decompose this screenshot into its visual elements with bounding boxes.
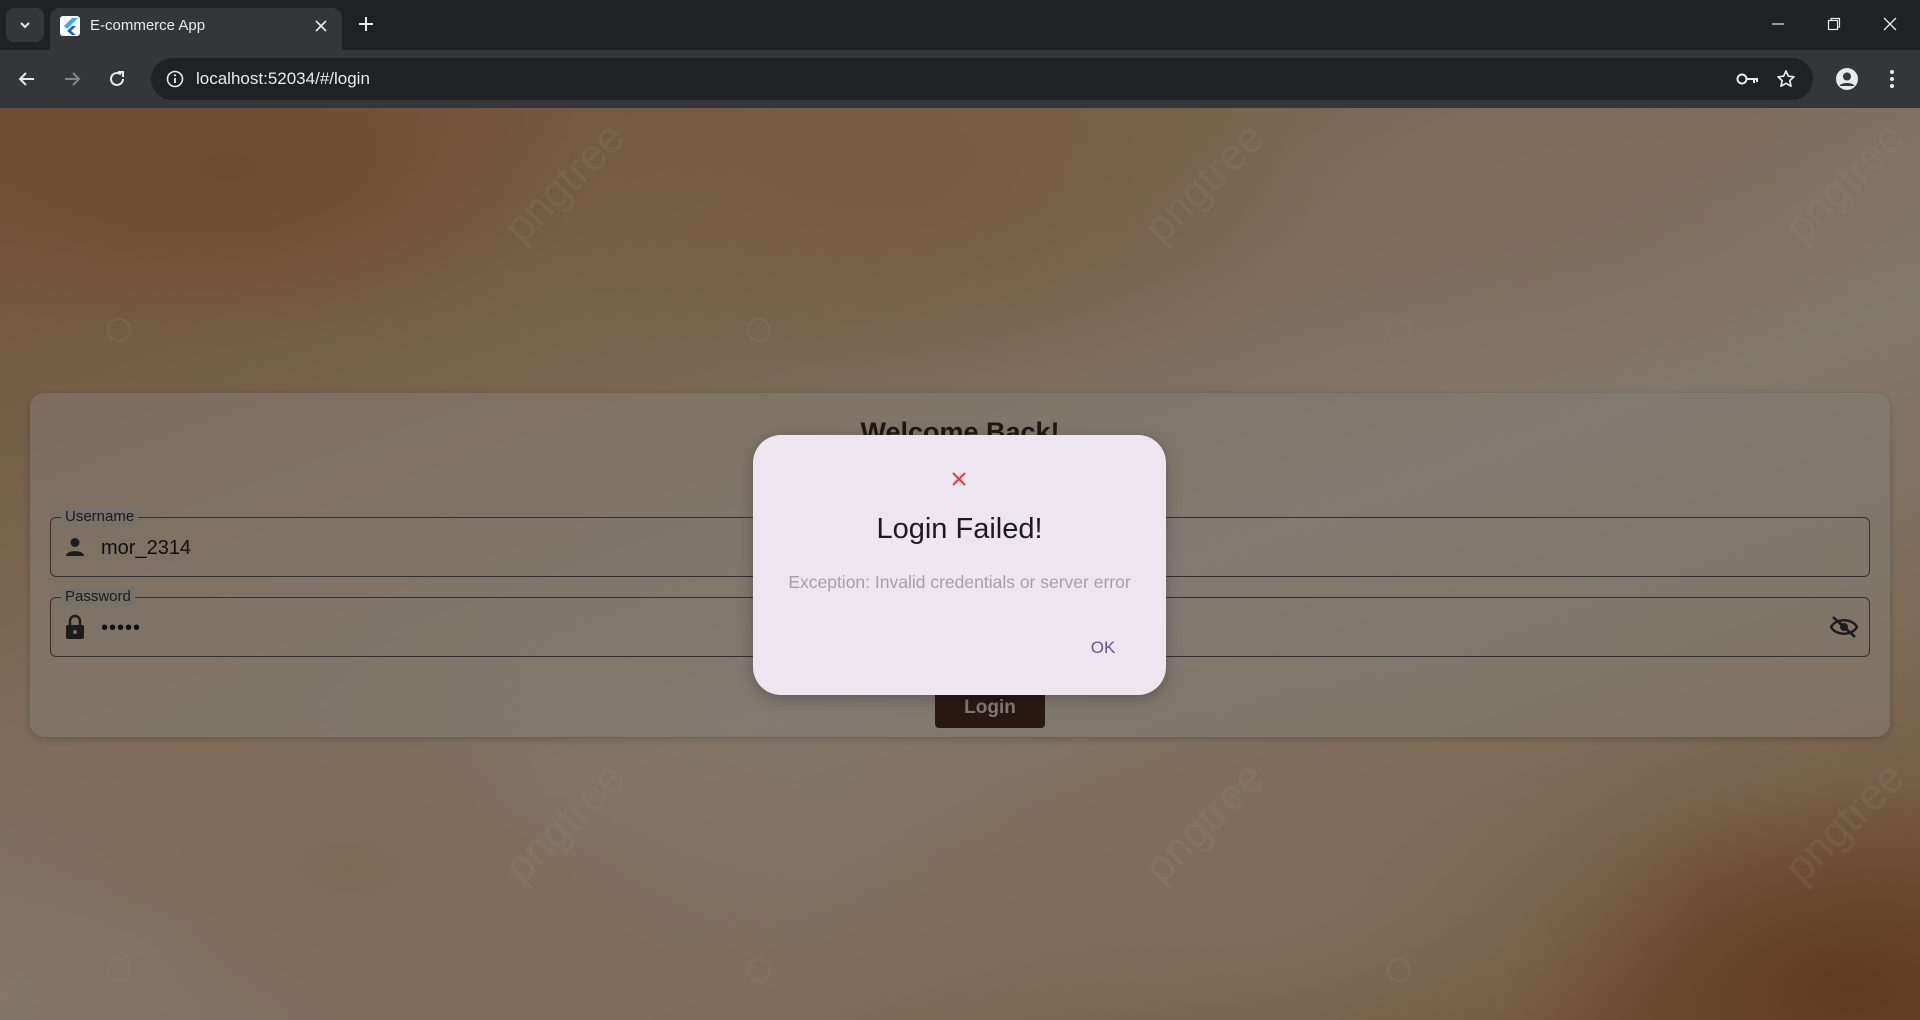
back-button[interactable] — [9, 61, 45, 97]
chevron-down-icon — [20, 22, 30, 29]
site-info-icon[interactable] — [159, 63, 191, 95]
flutter-favicon-icon — [60, 16, 80, 36]
restore-button[interactable] — [1806, 4, 1862, 44]
url-text[interactable]: localhost:52034/#/login — [196, 69, 370, 89]
profile-avatar-icon — [1836, 68, 1858, 90]
profile-button[interactable] — [1829, 61, 1865, 97]
key-icon[interactable] — [1735, 67, 1761, 91]
bookmark-star-icon[interactable] — [1773, 67, 1799, 91]
tab-strip: E-commerce App — [0, 0, 1920, 50]
browser-tab[interactable]: E-commerce App — [50, 8, 342, 50]
tab-search-button[interactable] — [6, 8, 44, 42]
address-bar[interactable]: localhost:52034/#/login — [151, 58, 1813, 100]
close-icon — [945, 465, 973, 493]
arrow-left-icon — [18, 72, 34, 86]
minimize-button[interactable] — [1750, 4, 1806, 44]
window-close-button[interactable] — [1862, 4, 1918, 44]
dialog-title: Login Failed! — [876, 513, 1043, 545]
dialog-message: Exception: Invalid credentials or server… — [788, 572, 1131, 592]
forward-button[interactable] — [54, 61, 90, 97]
reload-icon — [110, 71, 124, 86]
browser-toolbar: localhost:52034/#/login — [0, 50, 1920, 108]
minimize-icon — [1772, 23, 1784, 25]
more-vertical-icon — [1890, 70, 1894, 88]
ok-button[interactable]: OK — [1074, 629, 1132, 667]
tab-close-icon[interactable] — [310, 15, 332, 37]
page-viewport: pngtree pngtree pngtree pngtree pngtree … — [0, 108, 1920, 1020]
login-failed-dialog: Login Failed! Exception: Invalid credent… — [753, 435, 1166, 695]
close-icon — [1883, 17, 1897, 31]
restore-icon — [1827, 17, 1841, 31]
reload-button[interactable] — [99, 61, 135, 97]
new-tab-button[interactable] — [352, 10, 380, 38]
menu-button[interactable] — [1874, 61, 1910, 97]
arrow-right-icon — [65, 72, 81, 86]
plus-icon — [359, 17, 373, 31]
tab-title: E-commerce App — [90, 17, 206, 34]
